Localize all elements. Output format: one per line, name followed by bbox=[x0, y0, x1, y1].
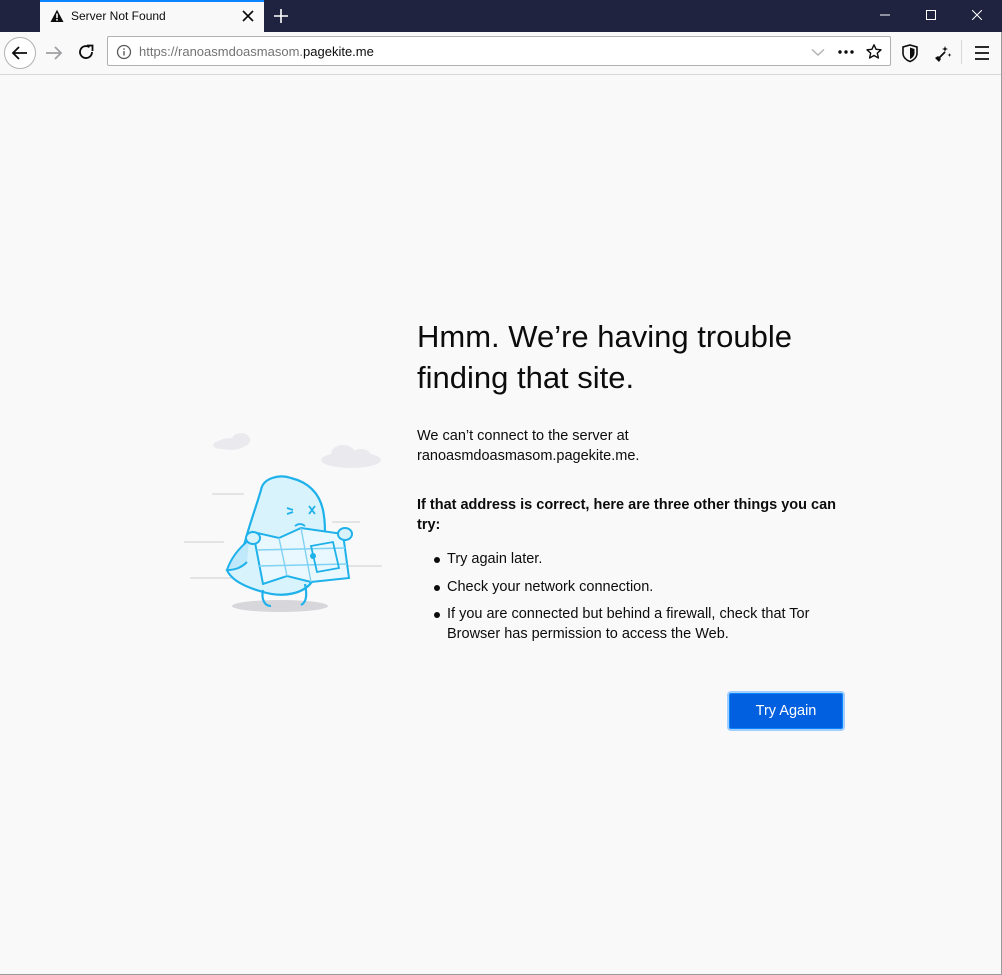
broom-sparkle-icon bbox=[935, 46, 952, 62]
forward-button[interactable] bbox=[38, 37, 70, 69]
shield-icon bbox=[902, 44, 918, 63]
warning-icon bbox=[50, 9, 64, 22]
new-tab-plus-icon[interactable] bbox=[268, 4, 294, 28]
reload-icon bbox=[79, 44, 94, 59]
suggestion-item: Try again later. bbox=[417, 549, 837, 569]
suggestions-heading: If that address is correct, here are thr… bbox=[417, 497, 837, 533]
url-domain: pagekite.me bbox=[303, 44, 374, 59]
new-identity-button[interactable] bbox=[926, 37, 958, 69]
minimize-button[interactable] bbox=[862, 0, 908, 32]
bullet-icon bbox=[434, 612, 440, 618]
suggestion-text: Check your network connection. bbox=[447, 578, 654, 595]
error-title-line-1: Hmm. We’re having trouble bbox=[417, 319, 793, 354]
lost-map-illustration bbox=[184, 433, 382, 612]
suggestion-text: If you are connected but behind a firewa… bbox=[447, 606, 810, 642]
cloud-icon bbox=[213, 433, 381, 468]
shield-button[interactable] bbox=[894, 37, 926, 69]
suggestions-list: Try again later. Check your network conn… bbox=[417, 549, 837, 652]
page-actions-icon[interactable] bbox=[837, 43, 855, 61]
error-title: Hmm. We’re having trouble finding that s… bbox=[417, 316, 837, 398]
toolbar-separator bbox=[961, 40, 962, 64]
reload-button[interactable] bbox=[70, 36, 102, 68]
bullet-icon bbox=[434, 557, 440, 563]
suggestion-item: Check your network connection. bbox=[417, 577, 837, 597]
menu-button[interactable] bbox=[966, 37, 998, 69]
url-prefix: https://ranoasmdoasmasom. bbox=[139, 44, 304, 59]
maximize-icon bbox=[926, 10, 936, 20]
tab-title: Server Not Found bbox=[71, 9, 166, 23]
error-description: We can’t connect to the server at ranoas… bbox=[417, 426, 847, 466]
close-tab-icon[interactable] bbox=[240, 8, 256, 24]
close-window-button[interactable] bbox=[954, 0, 1000, 32]
back-arrow-icon bbox=[11, 46, 27, 60]
error-title-line-2: finding that site. bbox=[417, 360, 635, 395]
try-again-button[interactable]: Try Again bbox=[729, 693, 843, 729]
close-icon bbox=[972, 10, 982, 20]
maximize-button[interactable] bbox=[908, 0, 954, 32]
suggestion-text: Try again later. bbox=[447, 551, 543, 567]
bullet-icon bbox=[434, 584, 440, 591]
error-description-line-1: We can’t connect to the server at bbox=[417, 428, 629, 444]
navigation-toolbar: https://ranoasmdoasmasom.pagekite.me bbox=[0, 32, 1002, 75]
site-info-icon[interactable] bbox=[115, 43, 133, 61]
tab-strip: Server Not Found bbox=[0, 0, 1002, 33]
error-description-line-2: ranoasmdoasmasom.pagekite.me. bbox=[417, 448, 640, 464]
forward-arrow-icon bbox=[46, 46, 63, 60]
url-text[interactable]: https://ranoasmdoasmasom.pagekite.me bbox=[139, 44, 374, 59]
suggestion-item: If you are connected but behind a firewa… bbox=[417, 604, 837, 644]
back-button[interactable] bbox=[4, 37, 36, 69]
tab-active[interactable]: Server Not Found bbox=[40, 0, 264, 32]
hamburger-menu-icon bbox=[975, 46, 989, 60]
minimize-icon bbox=[880, 14, 890, 16]
bookmark-star-icon[interactable] bbox=[865, 43, 883, 61]
url-bar[interactable]: https://ranoasmdoasmasom.pagekite.me bbox=[107, 36, 891, 66]
chevron-down-icon[interactable] bbox=[809, 43, 827, 61]
